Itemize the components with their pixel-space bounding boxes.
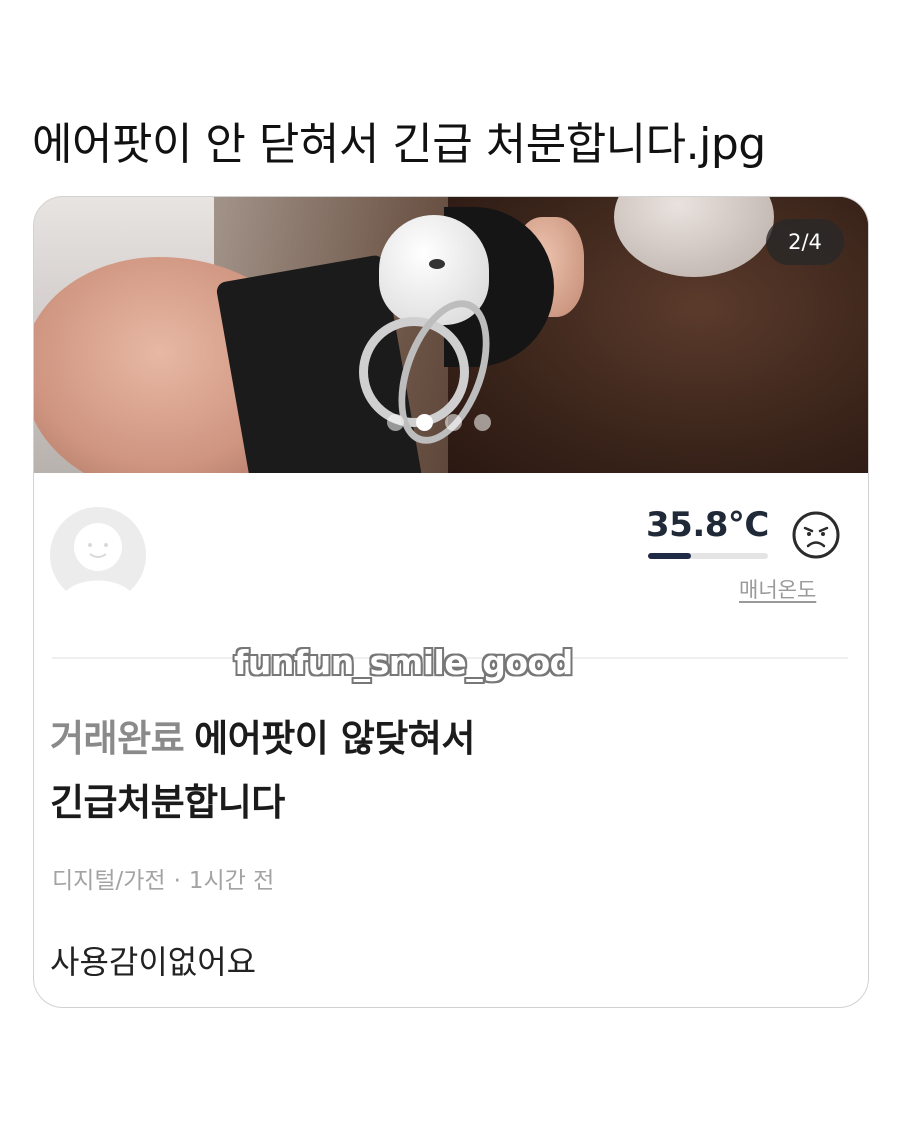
carousel-dot[interactable] xyxy=(387,414,404,431)
seller-avatar[interactable] xyxy=(50,507,146,603)
listing-photo[interactable]: 2/4 xyxy=(34,197,868,473)
manner-temperature-label[interactable]: 매너온도 xyxy=(739,574,816,604)
listing-title-line1: 에어팟이 않닺혀서 xyxy=(194,717,475,760)
watermark: funfun_smile_good xyxy=(234,643,573,682)
listing-meta: 디지털/가전 · 1시간 전 xyxy=(52,861,274,895)
carousel-dot[interactable] xyxy=(474,414,491,431)
listing-title: 거래완료 에어팟이 않닺혀서 긴급처분합니다 xyxy=(50,707,850,835)
listing-card[interactable]: 2/4 35.8°C 매너온도 funfun_smile_good 거래완료 에… xyxy=(33,196,869,1008)
image-counter-badge: 2/4 xyxy=(766,219,844,265)
carousel-indicator[interactable] xyxy=(387,414,491,431)
airpod-sensor xyxy=(429,259,445,269)
meta-separator: · xyxy=(173,868,181,894)
manner-temperature-fill xyxy=(648,553,691,559)
page-title: 에어팟이 안 닫혀서 긴급 처분합니다.jpg xyxy=(32,119,766,170)
status-badge: 거래완료 xyxy=(50,717,185,760)
listing-title-line2: 긴급처분합니다 xyxy=(50,781,285,824)
carousel-dot[interactable] xyxy=(445,414,462,431)
manner-temperature-bar xyxy=(648,553,768,559)
listing-description: 사용감이없어요 xyxy=(50,943,257,981)
manner-temperature: 35.8°C xyxy=(646,505,769,545)
frowning-face-icon xyxy=(792,511,840,559)
listing-time: 1시간 전 xyxy=(188,868,275,894)
carousel-dot-active[interactable] xyxy=(416,414,433,431)
avatar-placeholder-icon xyxy=(60,523,136,603)
listing-category[interactable]: 디지털/가전 xyxy=(52,868,166,894)
